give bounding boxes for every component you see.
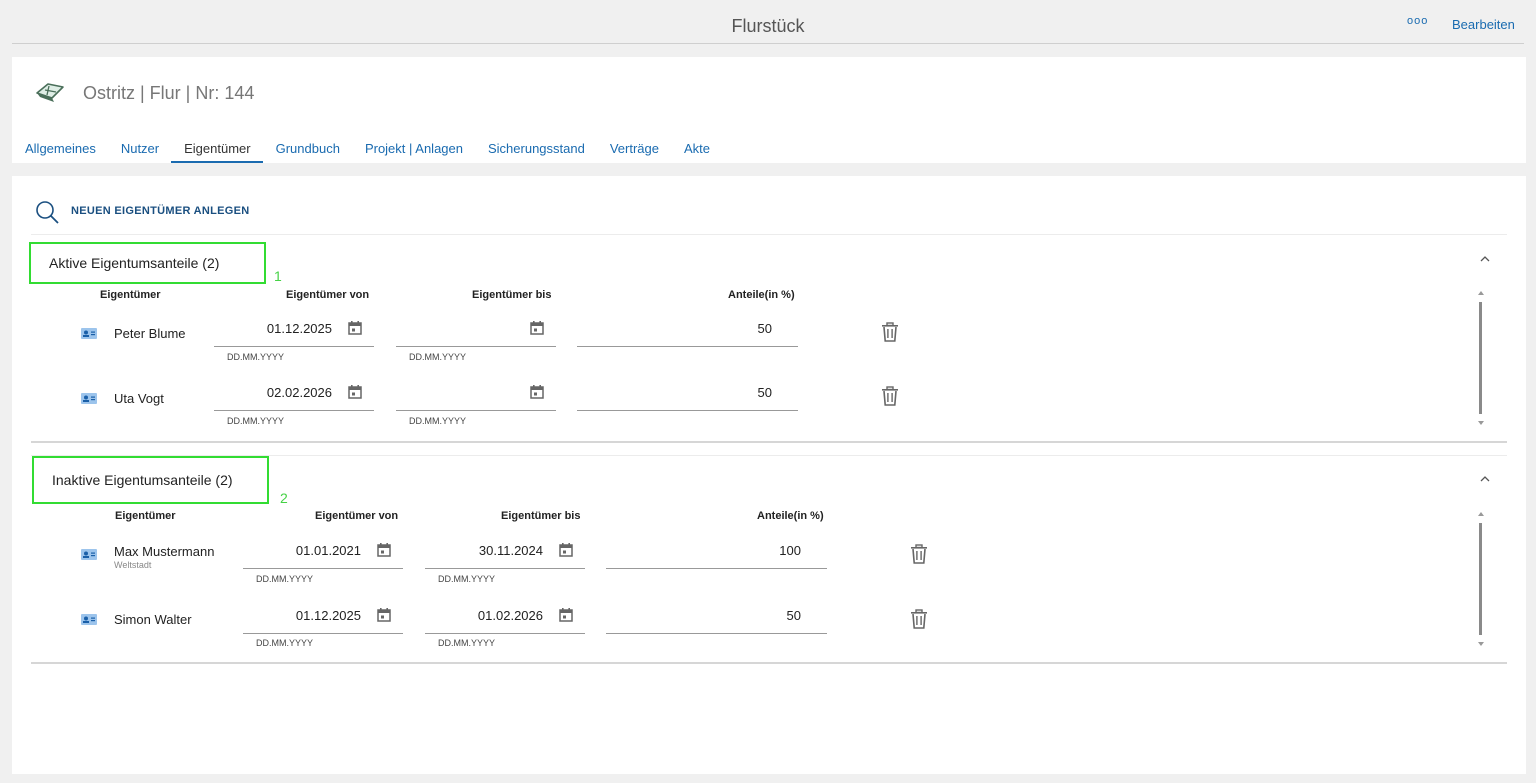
column-header-share: Anteile(in %) (728, 289, 795, 301)
owner-from-date: 02.02.2026 (266, 385, 332, 400)
owner-to-date-field[interactable] (396, 314, 556, 347)
owner-from-date-field[interactable]: 01.12.2025 (214, 314, 374, 347)
column-header-owner: Eigentümer (115, 510, 176, 522)
column-header-owner: Eigentümer (100, 289, 161, 301)
owner-to-date-field[interactable]: 30.11.2024 (425, 536, 585, 569)
collapse-chevron-icon[interactable] (1478, 254, 1492, 264)
tab-projekt-anlagen[interactable]: Projekt | Anlagen (352, 139, 475, 163)
owner-to-date-field[interactable] (396, 378, 556, 411)
date-format-hint: DD.MM.YYYY (227, 352, 285, 362)
calendar-icon[interactable] (347, 320, 363, 336)
date-format-hint: DD.MM.YYYY (256, 574, 314, 584)
date-format-hint: DD.MM.YYYY (256, 638, 314, 648)
calendar-icon[interactable] (376, 607, 392, 623)
active-shares-section: Aktive Eigentumsanteile (2) 1 Eigentümer… (29, 242, 1507, 446)
edit-button[interactable]: Bearbeiten (1452, 17, 1515, 32)
date-format-hint: DD.MM.YYYY (438, 638, 496, 648)
trash-icon[interactable] (881, 322, 899, 342)
tab-vertraege[interactable]: Verträge (597, 139, 671, 163)
share-input[interactable]: 50 (577, 314, 798, 347)
annotation-marker-2: 2 (280, 490, 288, 506)
date-format-hint: DD.MM.YYYY (438, 574, 496, 584)
scrollbar-thumb[interactable] (1479, 523, 1482, 635)
owner-from-date: 01.01.2021 (295, 543, 361, 558)
collapse-chevron-icon[interactable] (1478, 474, 1492, 484)
page-title: Flurstück (731, 16, 805, 36)
scroll-up-arrow-icon[interactable] (1477, 290, 1485, 296)
record-title: Ostritz | Flur | Nr: 144 (83, 83, 255, 103)
owner-from-date: 01.12.2025 (266, 321, 332, 336)
scroll-down-arrow-icon[interactable] (1477, 420, 1485, 426)
share-value: 100 (779, 543, 801, 558)
contact-card-icon[interactable] (81, 393, 97, 404)
new-owner-button[interactable]: NEUEN EIGENTÜMER ANLEGEN (71, 205, 250, 217)
trash-icon[interactable] (881, 386, 899, 406)
owners-panel: NEUEN EIGENTÜMER ANLEGEN Aktive Eigentum… (12, 176, 1526, 774)
owner-to-date: 30.11.2024 (478, 543, 543, 558)
section-bottom-border (31, 662, 1507, 664)
owner-to-date-field[interactable]: 01.02.2026 (425, 601, 585, 634)
column-header-to: Eigentümer bis (472, 289, 552, 301)
share-value: 50 (786, 608, 801, 623)
share-input[interactable]: 100 (606, 536, 827, 569)
trash-icon[interactable] (910, 609, 928, 629)
column-header-from: Eigentümer von (315, 510, 399, 522)
date-format-hint: DD.MM.YYYY (409, 416, 467, 426)
tab-sicherungsstand[interactable]: Sicherungsstand (475, 139, 597, 163)
record-header-panel: Ostritz | Flur | Nr: 144 Allgemeines Nut… (12, 57, 1526, 163)
owner-from-date-field[interactable]: 02.02.2026 (214, 378, 374, 411)
owner-name: Uta Vogt (114, 391, 164, 406)
share-value: 50 (757, 321, 772, 336)
calendar-icon[interactable] (558, 607, 574, 623)
annotation-marker-1: 1 (274, 268, 282, 284)
app-header: Flurstück ooo Bearbeiten (12, 0, 1524, 44)
share-input[interactable]: 50 (606, 601, 827, 634)
calendar-icon[interactable] (529, 320, 545, 336)
calendar-icon[interactable] (529, 384, 545, 400)
inactive-shares-section: Inaktive Eigentumsanteile (2) 2 Eigentüm… (31, 456, 1507, 668)
column-header-from: Eigentümer von (286, 289, 370, 301)
contact-card-icon[interactable] (81, 549, 97, 560)
owner-from-date-field[interactable]: 01.01.2021 (243, 536, 403, 569)
section-bottom-border (31, 441, 1507, 443)
owner-name: Max Mustermann (114, 544, 215, 559)
tab-eigentuemer[interactable]: Eigentümer (171, 139, 264, 163)
owner-to-date: 01.02.2026 (477, 608, 543, 623)
contact-card-icon[interactable] (81, 328, 97, 339)
tab-grundbuch[interactable]: Grundbuch (263, 139, 352, 163)
tab-bar: Allgemeines Nutzer Eigentümer Grundbuch … (12, 139, 722, 163)
scroll-up-arrow-icon[interactable] (1477, 511, 1485, 517)
trash-icon[interactable] (910, 544, 928, 564)
owner-name: Peter Blume (114, 326, 186, 341)
calendar-icon[interactable] (347, 384, 363, 400)
owner-from-date: 01.12.2025 (295, 608, 361, 623)
tab-nutzer[interactable]: Nutzer (108, 139, 171, 163)
scrollbar[interactable] (1477, 290, 1485, 425)
column-header-to: Eigentümer bis (501, 510, 581, 522)
scroll-down-arrow-icon[interactable] (1477, 641, 1485, 647)
owner-city: Weltstadt (114, 560, 152, 570)
inactive-shares-header[interactable]: Inaktive Eigentumsanteile (2) (32, 456, 269, 504)
share-value: 50 (757, 385, 772, 400)
more-options-button[interactable]: ooo (1407, 15, 1428, 27)
date-format-hint: DD.MM.YYYY (227, 416, 285, 426)
calendar-icon[interactable] (558, 542, 574, 558)
scrollbar[interactable] (1477, 511, 1485, 647)
parcel-map-icon (36, 83, 64, 102)
scrollbar-thumb[interactable] (1479, 302, 1482, 414)
contact-card-icon[interactable] (81, 614, 97, 625)
calendar-icon[interactable] (376, 542, 392, 558)
search-icon[interactable] (35, 200, 59, 224)
active-shares-header[interactable]: Aktive Eigentumsanteile (2) (29, 242, 266, 284)
column-header-share: Anteile(in %) (757, 510, 824, 522)
owner-name: Simon Walter (114, 612, 192, 627)
date-format-hint: DD.MM.YYYY (409, 352, 467, 362)
divider (31, 234, 1507, 235)
share-input[interactable]: 50 (577, 378, 798, 411)
tab-allgemeines[interactable]: Allgemeines (12, 139, 108, 163)
owner-from-date-field[interactable]: 01.12.2025 (243, 601, 403, 634)
tab-akte[interactable]: Akte (671, 139, 722, 163)
